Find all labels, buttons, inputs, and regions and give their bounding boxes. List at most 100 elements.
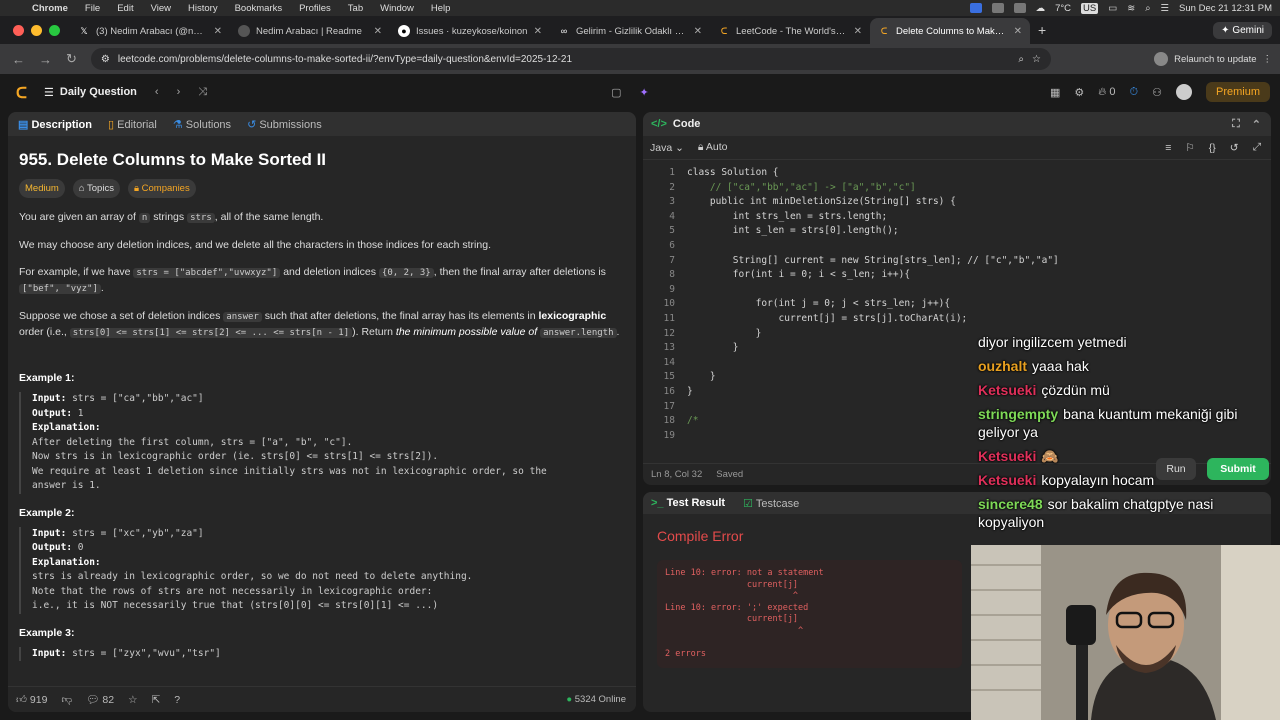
browser-tab[interactable]: ᑕ LeetCode - The World's Lead ✕ bbox=[710, 18, 870, 44]
close-tab-icon[interactable]: ✕ bbox=[854, 26, 862, 37]
url-text[interactable]: leetcode.com/problems/delete-columns-to-… bbox=[118, 54, 572, 65]
tab-testcase[interactable]: ☑ Testcase bbox=[743, 497, 799, 510]
tab-submissions[interactable]: ↺ Submissions bbox=[247, 118, 322, 131]
minimize-window-button[interactable] bbox=[31, 24, 42, 36]
control-center-icon[interactable]: ☰ bbox=[1161, 3, 1170, 14]
code-line[interactable]: 4 int strs_len = strs.length; bbox=[643, 210, 1271, 225]
code-line[interactable]: 10 for(int j = 0; j < strs_len; j++){ bbox=[643, 297, 1271, 312]
tab-editorial[interactable]: ▯ Editorial bbox=[108, 118, 157, 131]
streak-counter[interactable]: 🔥︎ 0 bbox=[1098, 86, 1115, 99]
menu-edit[interactable]: Edit bbox=[109, 3, 142, 14]
browser-tab[interactable]: ∞ Gelirim - Gizlilik Odaklı Finans ✕ bbox=[550, 18, 710, 44]
avatar[interactable] bbox=[1154, 52, 1169, 66]
code-line[interactable]: 6 bbox=[643, 239, 1271, 254]
menu-profiles[interactable]: Profiles bbox=[291, 3, 340, 14]
relaunch-button[interactable]: Relaunch to update ⋮ bbox=[1154, 52, 1272, 66]
format-icon[interactable]: ≡ bbox=[1165, 142, 1171, 154]
zoom-window-button[interactable] bbox=[49, 24, 60, 36]
ai-assist-icon[interactable]: ✦ bbox=[639, 86, 648, 99]
comments-button[interactable]: 💬︎ 82 bbox=[86, 693, 114, 706]
site-settings-icon[interactable]: ⚙ bbox=[101, 54, 110, 65]
favorite-star-icon[interactable]: ☆ bbox=[128, 694, 137, 706]
url-bar[interactable]: ⚙ leetcode.com/problems/delete-columns-t… bbox=[90, 48, 1051, 70]
more-icon[interactable]: ⋮ bbox=[1263, 54, 1273, 65]
topics-badge[interactable]: ⌂ Topics bbox=[72, 179, 120, 198]
bookmark-star-icon[interactable]: ☆ bbox=[1032, 54, 1041, 65]
browser-tab[interactable]: ● Issues · kuzeykose/koinon ✕ bbox=[390, 18, 550, 44]
minimize-icon[interactable]: ⌃ bbox=[1252, 118, 1261, 131]
code-line[interactable]: 5 int s_len = strs[0].length(); bbox=[643, 224, 1271, 239]
browser-tab[interactable]: 𝕏 (3) Nedim Arabacı (@needim ✕ bbox=[70, 18, 230, 44]
close-tab-icon[interactable]: ✕ bbox=[214, 26, 222, 37]
maximize-icon[interactable]: ⛶ bbox=[1232, 118, 1240, 131]
menu-file[interactable]: File bbox=[77, 3, 109, 14]
companies-badge[interactable]: 🔒︎ Companies bbox=[127, 179, 196, 198]
status-icon[interactable] bbox=[1013, 3, 1026, 13]
help-icon[interactable]: ? bbox=[174, 694, 180, 706]
notes-icon[interactable]: ▢ bbox=[611, 86, 621, 99]
braces-icon[interactable]: {} bbox=[1209, 142, 1216, 154]
code-line[interactable]: 1 class Solution { bbox=[643, 166, 1271, 181]
close-tab-icon[interactable]: ✕ bbox=[374, 26, 382, 37]
forward-icon[interactable]: → bbox=[39, 52, 52, 67]
new-tab-button[interactable]: + bbox=[1030, 22, 1054, 38]
shuffle-icon[interactable]: ⤨ bbox=[198, 86, 207, 99]
code-line[interactable]: 7 String[] current = new String[strs_len… bbox=[643, 254, 1271, 269]
premium-button[interactable]: Premium bbox=[1205, 82, 1270, 102]
code-line[interactable]: 9 bbox=[643, 283, 1271, 298]
battery-icon[interactable]: ▭ bbox=[1108, 3, 1117, 14]
zoom-icon[interactable]: ⌕ bbox=[1018, 54, 1024, 65]
problem-title[interactable]: 955. Delete Columns to Make Sorted II bbox=[19, 151, 625, 168]
tab-test-result[interactable]: >_ Test Result bbox=[651, 497, 725, 509]
reload-icon[interactable]: ↻ bbox=[66, 51, 77, 67]
browser-tab-active[interactable]: ᑕ Delete Columns to Make Sort ✕ bbox=[870, 18, 1030, 44]
next-problem-icon[interactable]: › bbox=[177, 86, 181, 98]
like-button[interactable]: 👍︎ 919 bbox=[16, 693, 47, 706]
wifi-icon[interactable]: ≋ bbox=[1127, 3, 1135, 14]
share-icon[interactable]: ⇱ bbox=[151, 694, 160, 706]
layout-icon[interactable]: ▦ bbox=[1050, 86, 1060, 99]
reset-icon[interactable]: ↺ bbox=[1230, 142, 1239, 154]
menu-bookmarks[interactable]: Bookmarks bbox=[227, 3, 292, 14]
tab-description[interactable]: ▤ Description bbox=[18, 118, 92, 131]
weather-temp[interactable]: 7°C bbox=[1055, 3, 1071, 14]
screen-share-icon[interactable] bbox=[969, 3, 982, 13]
close-window-button[interactable] bbox=[13, 24, 24, 36]
close-tab-icon[interactable]: ✕ bbox=[1014, 26, 1022, 37]
close-tab-icon[interactable]: ✕ bbox=[534, 26, 542, 37]
code-line[interactable]: 8 for(int i = 0; i < s_len; i++){ bbox=[643, 268, 1271, 283]
user-avatar[interactable] bbox=[1175, 84, 1192, 100]
menu-tab[interactable]: Tab bbox=[340, 3, 372, 14]
menu-app-name[interactable]: Chrome bbox=[24, 3, 77, 14]
timer-icon[interactable]: ⏱ bbox=[1130, 86, 1139, 99]
back-icon[interactable]: ← bbox=[12, 52, 25, 67]
problem-list-icon[interactable]: ☰ bbox=[44, 86, 54, 99]
tab-solutions[interactable]: ⚗ Solutions bbox=[173, 118, 231, 131]
language-select[interactable]: Java ⌄ bbox=[650, 142, 684, 154]
gemini-button[interactable]: ✦ Gemini bbox=[1213, 21, 1272, 39]
weather-icon[interactable]: ☁ bbox=[1036, 3, 1046, 14]
code-line[interactable]: 2 // ["ca","bb","ac"] -> ["a","b","c"] bbox=[643, 181, 1271, 196]
code-line[interactable]: 11 current[j] = strs[j].toCharAt(i); bbox=[643, 312, 1271, 327]
dislike-icon[interactable]: 👎︎ bbox=[61, 693, 72, 706]
leetcode-logo-icon[interactable]: ᑕ bbox=[16, 84, 30, 102]
menu-help[interactable]: Help bbox=[423, 3, 460, 14]
menu-history[interactable]: History bbox=[180, 3, 227, 14]
bookmark-icon[interactable]: ⚐ bbox=[1185, 142, 1194, 154]
status-icon[interactable] bbox=[991, 3, 1004, 13]
prev-problem-icon[interactable]: ‹ bbox=[155, 86, 159, 98]
menu-view[interactable]: View bbox=[143, 3, 180, 14]
daily-question-link[interactable]: Daily Question bbox=[60, 86, 137, 98]
code-line[interactable]: 3 public int minDeletionSize(String[] st… bbox=[643, 195, 1271, 210]
add-friend-icon[interactable]: ⚇ bbox=[1152, 86, 1162, 99]
close-tab-icon[interactable]: ✕ bbox=[694, 26, 702, 37]
lock-icon: 🔒︎ bbox=[697, 141, 704, 153]
clock[interactable]: Sun Dec 21 12:31 PM bbox=[1179, 3, 1272, 14]
menu-window[interactable]: Window bbox=[372, 3, 423, 14]
auto-mode[interactable]: 🔒︎ Auto bbox=[698, 141, 728, 154]
keyboard-layout[interactable]: US bbox=[1081, 2, 1099, 14]
browser-tab[interactable]: Nedim Arabacı | Readme ✕ bbox=[230, 18, 390, 44]
search-icon[interactable]: ⌕ bbox=[1145, 3, 1150, 14]
fullscreen-icon[interactable]: ⤢ bbox=[1253, 141, 1261, 154]
settings-icon[interactable]: ⚙ bbox=[1074, 86, 1084, 99]
